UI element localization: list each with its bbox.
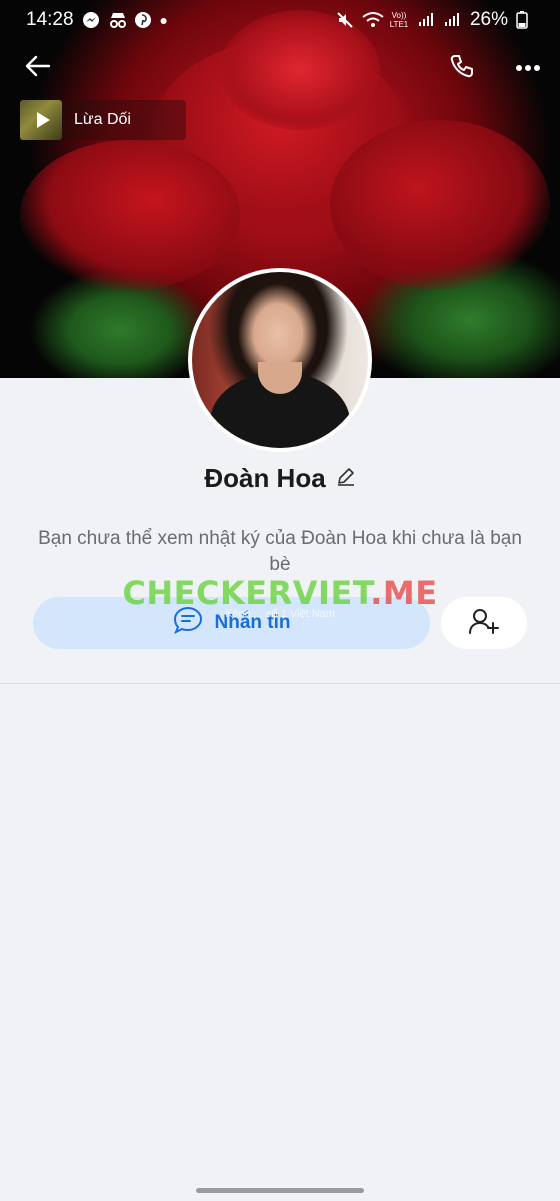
battery-level: 26% (469, 9, 508, 30)
call-button[interactable] (442, 48, 482, 88)
add-friend-button[interactable] (441, 597, 527, 649)
watermark-suffix: .ME (370, 574, 438, 612)
battery-icon (516, 11, 534, 29)
add-friend-icon (468, 607, 500, 640)
incognito-icon (108, 11, 126, 29)
back-button[interactable] (18, 48, 58, 88)
status-bar: 14:28 ● Vo)) LTE1 26% (0, 0, 560, 40)
divider (0, 683, 560, 684)
messenger-icon (82, 11, 100, 29)
avatar[interactable] (188, 268, 372, 452)
signal-icon (444, 11, 462, 29)
network-label: Vo)) LTE1 (389, 11, 409, 29)
watermark-text: CHECKERVIET (122, 574, 371, 612)
music-title: Lừa Dối (74, 111, 131, 128)
mute-icon (336, 11, 354, 29)
arrow-left-icon (25, 55, 51, 82)
home-indicator[interactable] (196, 1188, 364, 1193)
more-button[interactable] (508, 48, 548, 88)
pinterest-icon (134, 11, 152, 29)
top-nav (0, 48, 560, 88)
wifi-icon (362, 11, 384, 29)
phone-icon (449, 53, 475, 84)
profile-name-row: Đoàn Hoa (0, 458, 560, 498)
pencil-icon[interactable] (336, 466, 356, 491)
privacy-notice: Bạn chưa thể xem nhật ký của Đoàn Hoa kh… (38, 528, 522, 575)
signal-icon (418, 11, 436, 29)
play-icon[interactable] (20, 100, 62, 140)
dot-icon: ● (159, 12, 169, 28)
more-horizontal-icon (515, 59, 541, 77)
status-time: 14:28 (26, 9, 74, 30)
avatar-photo (192, 272, 368, 448)
profile-name: Đoàn Hoa (204, 462, 326, 493)
profile-music[interactable]: Lừa Dối (20, 100, 186, 140)
